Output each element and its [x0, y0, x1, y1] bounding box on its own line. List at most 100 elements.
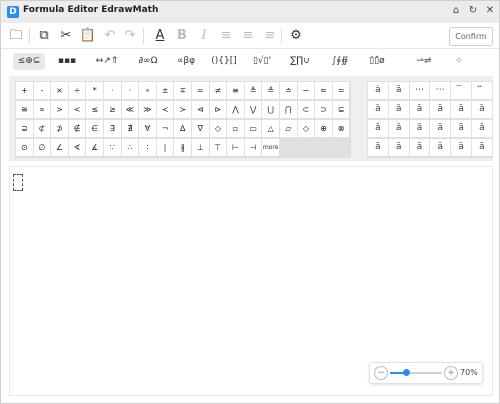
symbol-button[interactable]: ≺ [156, 101, 174, 118]
symbol-button[interactable]: ∶ [139, 139, 156, 156]
symbol-button[interactable]: × [51, 82, 68, 99]
confirm-button[interactable]: Confirm [449, 27, 493, 46]
symbol-button[interactable]: ◇ [297, 120, 315, 137]
symbol-button[interactable]: ∆ [174, 120, 191, 137]
symbol-button[interactable]: > [51, 101, 68, 118]
symbol-button[interactable]: ∣ [156, 139, 174, 156]
symbol-button[interactable]: ⊂ [297, 101, 315, 118]
symbol-button[interactable]: ∀ [139, 120, 156, 137]
symbol-button[interactable]: ∇ [192, 120, 209, 137]
accent-symbol-button[interactable]: ā [368, 139, 388, 156]
accent-symbol-button[interactable]: ā [388, 101, 409, 118]
symbol-button[interactable]: ⋁ [244, 101, 262, 118]
zoom-slider[interactable] [390, 369, 442, 376]
symbol-button[interactable]: ∠ [51, 139, 68, 156]
symbol-button[interactable]: ⊢ [227, 139, 244, 156]
symbol-button[interactable]: ≜ [244, 82, 262, 99]
symbol-button[interactable]: ⊆ [332, 101, 350, 118]
accent-symbol-button[interactable]: ã [451, 120, 471, 137]
formula-placeholder-box[interactable] [13, 174, 23, 191]
symbol-button[interactable]: ⋀ [227, 101, 244, 118]
undo-button[interactable]: ↶ [101, 27, 119, 45]
symbol-button[interactable]: ≅ [16, 101, 33, 118]
tab-matrices[interactable]: ⁘ [449, 53, 469, 70]
more-symbols-button[interactable]: more [262, 139, 279, 156]
symbol-button[interactable]: ≐ [280, 82, 297, 99]
symbol-button[interactable]: ÷ [68, 82, 86, 99]
symbol-button[interactable]: ∡ [86, 139, 103, 156]
symbol-button[interactable]: ∦ [174, 139, 191, 156]
symbol-button[interactable]: ∢ [68, 139, 86, 156]
redo-button[interactable]: ↷ [121, 27, 139, 45]
tab-accents[interactable]: ▯̇▯̂ø [361, 53, 393, 70]
italic-button[interactable]: I [195, 27, 213, 45]
zoom-out-button[interactable]: − [374, 366, 388, 380]
symbol-button[interactable]: ⋃ [262, 101, 279, 118]
bold-button[interactable]: B [173, 27, 191, 45]
symbol-button[interactable]: * [86, 82, 103, 99]
symbol-button[interactable]: ∓ [174, 82, 191, 99]
accent-symbol-button[interactable]: ä [388, 82, 409, 99]
symbol-button[interactable]: ≤ [86, 101, 103, 118]
tab-spaces[interactable]: ▪▪▪ [53, 53, 81, 70]
symbol-button[interactable]: ≻ [174, 101, 191, 118]
symbol-button[interactable]: ⊲ [192, 101, 209, 118]
accent-symbol-button[interactable]: ā [388, 139, 409, 156]
tab-integrals[interactable]: ∫∮∯ [325, 53, 355, 70]
symbol-button[interactable]: ⊣ [244, 139, 262, 156]
open-folder-button[interactable]: 🗀 [7, 27, 25, 45]
symbol-button[interactable]: ≡ [227, 82, 244, 99]
symbol-button[interactable]: ⊗ [332, 120, 350, 137]
accent-symbol-button[interactable]: ā [368, 101, 388, 118]
symbol-button[interactable]: ∘ [139, 82, 156, 99]
tab-brackets[interactable]: (){}[] [207, 53, 241, 70]
zoom-in-button[interactable]: + [444, 366, 458, 380]
tab-fractions[interactable]: ▯√▯' [247, 53, 277, 70]
cut-button[interactable]: ✂ [57, 27, 75, 45]
symbol-button[interactable]: ∉ [68, 120, 86, 137]
symbol-button[interactable]: ∽ [297, 82, 315, 99]
symbol-button[interactable]: ± [156, 82, 174, 99]
symbol-button[interactable]: ⊄ [33, 120, 51, 137]
home-icon[interactable]: ⌂ [449, 4, 463, 18]
zoom-slider-handle[interactable] [402, 369, 410, 376]
accent-symbol-button[interactable]: ǎ [368, 120, 388, 137]
accent-symbol-button[interactable]: ⋯ [430, 82, 451, 99]
copy-button[interactable]: ⧉ [35, 27, 53, 45]
accent-symbol-button[interactable]: ⋯ [409, 82, 430, 99]
accent-symbol-button[interactable]: ā [409, 101, 430, 118]
tab-greek[interactable]: ∝βφ [171, 53, 201, 70]
symbol-button[interactable]: ≥ [104, 101, 121, 118]
symbol-button[interactable]: ∵ [104, 139, 121, 156]
symbol-button[interactable]: ¬ [156, 120, 174, 137]
symbol-button[interactable]: ≪ [121, 101, 139, 118]
tab-arrows[interactable]: ↔↗⇑ [91, 53, 123, 70]
align-left-button[interactable]: ≡ [217, 27, 235, 45]
symbol-button[interactable]: - [33, 82, 51, 99]
symbol-button[interactable]: ⊕ [315, 120, 332, 137]
accent-symbol-button[interactable]: ā [430, 101, 451, 118]
tab-relations[interactable]: ≤⊕⊆ [13, 53, 45, 70]
tab-sums[interactable]: ∑∏∪ [285, 53, 315, 70]
accent-symbol-button[interactable]: â [472, 120, 492, 137]
symbol-button[interactable]: ≈ [315, 82, 332, 99]
symbol-button[interactable]: ⊅ [51, 120, 68, 137]
accent-symbol-button[interactable]: ā [472, 101, 492, 118]
accent-symbol-button[interactable]: ă [430, 120, 451, 137]
paste-button[interactable]: 📋 [79, 27, 97, 45]
accent-symbol-button[interactable]: ȃ [409, 120, 430, 137]
align-right-button[interactable]: ≡ [261, 27, 279, 45]
refresh-icon[interactable]: ↻ [466, 4, 480, 18]
symbol-button[interactable]: ≃ [332, 82, 350, 99]
symbol-button[interactable]: ◇ [209, 120, 227, 137]
symbol-button[interactable]: ≙ [262, 82, 279, 99]
settings-button[interactable]: ⚙ [287, 27, 305, 45]
tab-labeled-arrows[interactable]: ⇀⇌ [411, 53, 437, 70]
symbol-button[interactable]: ⊤ [209, 139, 227, 156]
symbol-button[interactable]: ⊇ [16, 120, 33, 137]
symbol-button[interactable]: ∝ [33, 101, 51, 118]
symbol-button[interactable]: ≠ [209, 82, 227, 99]
symbol-button[interactable]: ∄ [121, 120, 139, 137]
symbol-button[interactable]: = [192, 82, 209, 99]
accent-symbol-button[interactable]: ⃡ [472, 82, 492, 99]
